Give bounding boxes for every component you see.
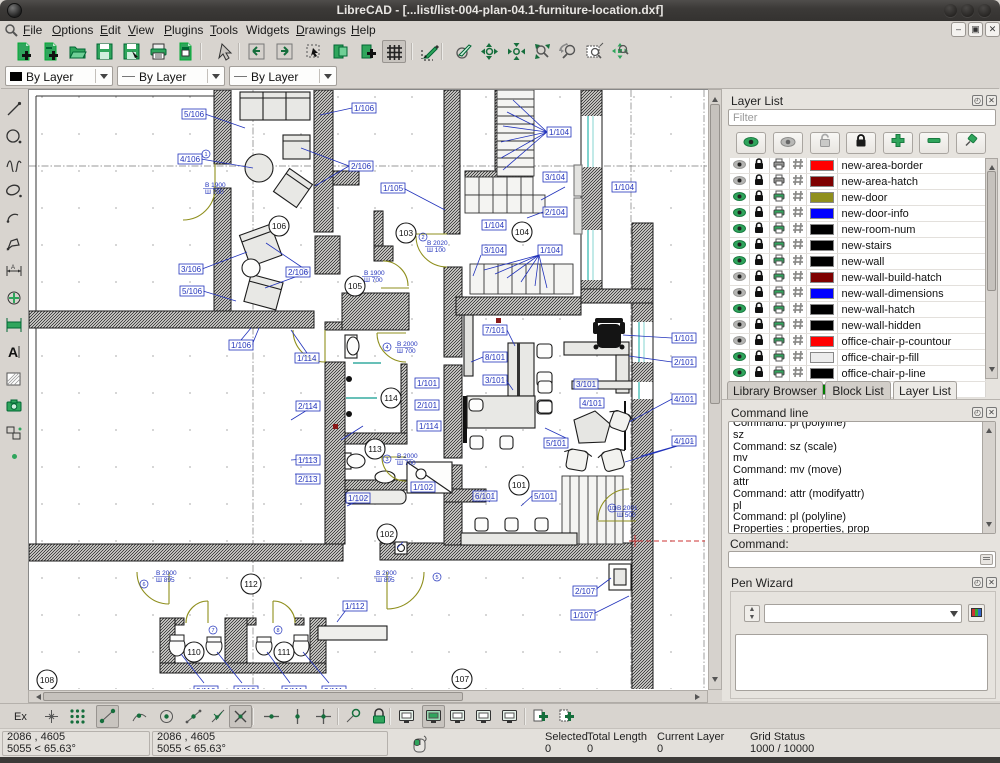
svg-text:1/101: 1/101 [674,334,695,343]
svg-text:B 2001: B 2001 [617,505,638,512]
svg-text:2/101: 2/101 [674,358,695,367]
svg-text:Ш 700: Ш 700 [397,460,416,467]
svg-text:1/106: 1/106 [231,341,252,350]
svg-text:B 2020: B 2020 [427,240,448,247]
svg-text:A: A [8,344,18,360]
svg-text:1/107: 1/107 [573,611,594,620]
svg-text:4: 4 [385,345,388,351]
svg-text:1/102: 1/102 [413,483,434,492]
svg-text:6/101: 6/101 [475,492,496,501]
svg-text:107: 107 [455,674,469,684]
svg-text:5/106: 5/106 [184,110,205,119]
svg-text:105: 105 [348,281,362,291]
svg-text:A: A [11,265,15,271]
svg-text:102: 102 [380,529,394,539]
svg-text:1/114: 1/114 [297,354,317,363]
svg-text:1/101: 1/101 [417,379,438,388]
svg-text:3/101: 3/101 [485,376,506,385]
svg-text:101: 101 [512,480,526,490]
svg-text:106: 106 [272,221,286,231]
svg-text:Ш 700: Ш 700 [364,277,383,284]
svg-text:B 2000: B 2000 [376,570,397,577]
svg-text:2/101: 2/101 [417,401,438,410]
svg-text:2/107: 2/107 [575,587,596,596]
svg-text:B 1900: B 1900 [205,182,226,189]
svg-text:4/106: 4/106 [180,155,201,164]
svg-text:1: 1 [204,152,207,158]
svg-text:B 1900: B 1900 [364,270,385,277]
svg-text:4/101: 4/101 [674,395,695,404]
svg-text:Ш 700: Ш 700 [397,348,416,355]
svg-text:3/104: 3/104 [484,246,505,255]
svg-text:1/114: 1/114 [419,422,439,431]
svg-text:3/106: 3/106 [181,265,202,274]
svg-text:Ш 700: Ш 700 [205,189,224,196]
svg-text:8: 8 [276,628,279,634]
svg-text:10: 10 [609,506,615,512]
svg-text:1/110: 1/110 [236,687,256,689]
svg-text:1/112: 1/112 [345,602,365,611]
svg-text:5/106: 5/106 [182,287,203,296]
svg-text:2: 2 [421,235,424,241]
svg-text:3/111: 3/111 [284,687,303,689]
svg-text:2/106: 2/106 [351,162,372,171]
svg-text:6: 6 [142,582,145,588]
svg-text:114: 114 [384,393,398,403]
svg-text:1/106: 1/106 [354,104,375,113]
svg-text:113: 113 [368,444,382,454]
svg-text:103: 103 [399,228,413,238]
svg-text:1/104: 1/104 [549,128,570,137]
svg-text:B 2000: B 2000 [156,570,177,577]
svg-text:112: 112 [244,579,258,589]
svg-text:7/101: 7/101 [485,326,506,335]
svg-text:2/104: 2/104 [545,208,566,217]
svg-text:7: 7 [211,628,214,634]
svg-text:2/111: 2/111 [324,687,343,689]
svg-text:108: 108 [40,675,54,685]
svg-text:Ш 895: Ш 895 [376,577,395,584]
svg-text:110: 110 [187,647,201,657]
svg-text:1/113: 1/113 [298,456,318,465]
svg-text:1/104: 1/104 [540,246,561,255]
svg-text:2/106: 2/106 [288,268,309,277]
svg-text:Ш 100: Ш 100 [427,247,446,254]
svg-text:5/101: 5/101 [534,492,555,501]
svg-text:1/104: 1/104 [484,221,505,230]
svg-text:1/105: 1/105 [383,184,404,193]
svg-text:2/113: 2/113 [298,475,318,484]
svg-text:2/110: 2/110 [196,687,216,689]
svg-text:5: 5 [435,575,438,581]
svg-text:3: 3 [385,457,388,463]
svg-text:8/101: 8/101 [485,353,506,362]
svg-text:2/114: 2/114 [298,402,318,411]
svg-text:111: 111 [278,647,291,657]
svg-text:5/101: 5/101 [546,439,567,448]
svg-text:4/101: 4/101 [582,399,603,408]
svg-text:104: 104 [515,227,529,237]
svg-text:Ш 895: Ш 895 [156,577,175,584]
svg-text:4/101: 4/101 [674,437,695,446]
svg-text:1/102: 1/102 [348,494,369,503]
svg-text:1/104: 1/104 [614,183,635,192]
svg-text:B 2000: B 2000 [397,453,418,460]
svg-text:3/104: 3/104 [545,173,566,182]
svg-text:B 2000: B 2000 [397,341,418,348]
svg-text:3/101: 3/101 [576,380,597,389]
svg-text:Ш 500: Ш 500 [617,512,636,519]
